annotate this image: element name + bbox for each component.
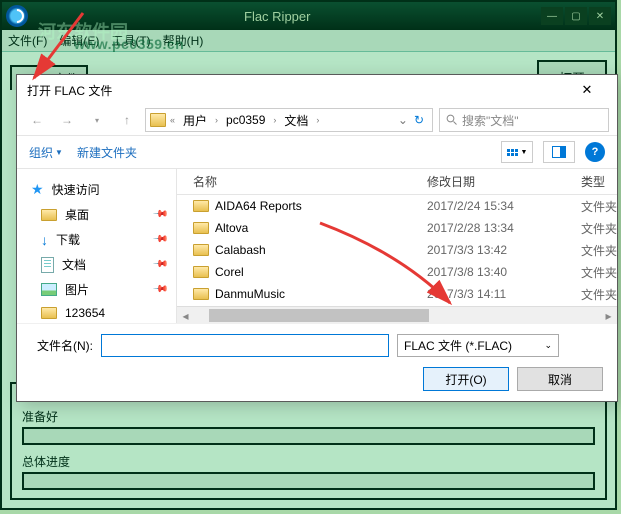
watermark-url: www.pc0359.cn bbox=[74, 36, 184, 52]
file-row[interactable]: Corel 2017/3/8 13:40文件夹 bbox=[177, 261, 617, 283]
file-row[interactable]: Altova 2017/2/28 13:34文件夹 bbox=[177, 217, 617, 239]
nav-forward-button[interactable]: → bbox=[55, 108, 79, 132]
new-folder-button[interactable]: 新建文件夹 bbox=[77, 144, 137, 161]
progress-bar-2 bbox=[22, 472, 595, 490]
file-row[interactable]: AIDA64 Reports 2017/2/24 15:34文件夹 bbox=[177, 195, 617, 217]
nav-up-button[interactable]: ↑ bbox=[115, 108, 139, 132]
pin-icon: 📌 bbox=[151, 206, 168, 223]
dialog-cancel-button[interactable]: 取消 bbox=[517, 367, 603, 391]
chevron-icon: › bbox=[213, 115, 220, 125]
file-type: 文件夹 bbox=[577, 242, 617, 259]
folder-icon bbox=[41, 307, 57, 319]
folder-icon bbox=[150, 113, 166, 127]
breadcrumb[interactable]: « 用户 › pc0359 › 文档 › ⌄ ↻ bbox=[145, 108, 433, 132]
file-name: DanmuMusic bbox=[215, 287, 285, 301]
ready-label: 准备好 bbox=[22, 408, 595, 425]
sidebar-item-downloads[interactable]: ↓ 下载 📌 bbox=[17, 227, 176, 252]
file-name: Calabash bbox=[215, 243, 266, 257]
document-icon bbox=[41, 257, 54, 273]
filename-input[interactable] bbox=[101, 334, 389, 357]
file-type: 文件夹 bbox=[577, 264, 617, 281]
sidebar-quick-access[interactable]: ★ 快速访问 bbox=[17, 177, 176, 202]
breadcrumb-pc0359[interactable]: pc0359 bbox=[222, 113, 269, 127]
file-type: 文件夹 bbox=[577, 220, 617, 237]
refresh-button[interactable]: ↻ bbox=[410, 113, 428, 127]
pin-icon: 📌 bbox=[151, 256, 168, 273]
file-type: 文件夹 bbox=[577, 286, 617, 303]
folder-icon bbox=[193, 266, 209, 278]
column-name[interactable]: 名称 bbox=[177, 173, 427, 190]
column-date[interactable]: 修改日期 bbox=[427, 173, 577, 190]
chevron-icon: › bbox=[314, 115, 321, 125]
view-mode-button[interactable]: ▼ bbox=[501, 141, 533, 163]
filename-label: 文件名(N): bbox=[31, 337, 93, 354]
file-date: 2017/3/8 13:40 bbox=[427, 265, 577, 279]
file-list: 名称 修改日期 类型 AIDA64 Reports 2017/2/24 15:34… bbox=[177, 169, 617, 323]
column-type[interactable]: 类型 bbox=[577, 173, 617, 190]
chevron-icon: « bbox=[168, 115, 177, 125]
app-title: Flac Ripper bbox=[244, 9, 621, 24]
file-type: 文件夹 bbox=[577, 198, 617, 215]
picture-icon bbox=[41, 283, 57, 296]
star-icon: ★ bbox=[31, 181, 44, 198]
file-name: Altova bbox=[215, 221, 248, 235]
dialog-close-button[interactable]: ✕ bbox=[567, 79, 607, 101]
folder-icon bbox=[193, 288, 209, 300]
search-icon bbox=[446, 114, 458, 126]
search-input[interactable]: 搜索"文档" bbox=[439, 108, 609, 132]
file-date: 2017/2/28 13:34 bbox=[427, 221, 577, 235]
download-icon: ↓ bbox=[41, 232, 48, 248]
column-headers: 名称 修改日期 类型 bbox=[177, 169, 617, 195]
preview-pane-button[interactable] bbox=[543, 141, 575, 163]
nav-recent-button[interactable]: ▾ bbox=[85, 108, 109, 132]
progress-bar-1 bbox=[22, 427, 595, 445]
folder-icon bbox=[193, 244, 209, 256]
chevron-icon: › bbox=[271, 115, 278, 125]
search-placeholder: 搜索"文档" bbox=[462, 112, 519, 129]
pin-icon: 📌 bbox=[151, 281, 168, 298]
file-date: 2017/3/3 14:11 bbox=[427, 287, 577, 301]
file-row[interactable]: DanmuMusic 2017/3/3 14:11文件夹 bbox=[177, 283, 617, 305]
organize-button[interactable]: 组织 ▼ bbox=[29, 144, 63, 161]
breadcrumb-dropdown-icon[interactable]: ⌄ bbox=[398, 113, 408, 127]
file-name: AIDA64 Reports bbox=[215, 199, 302, 213]
dialog-title: 打开 FLAC 文件 bbox=[27, 82, 112, 99]
scroll-left-button[interactable]: ◂ bbox=[177, 307, 194, 323]
dialog-open-button[interactable]: 打开(O) bbox=[423, 367, 509, 391]
scroll-right-button[interactable]: ▸ bbox=[600, 307, 617, 323]
filetype-select[interactable]: FLAC 文件 (*.FLAC) ⌄ bbox=[397, 334, 559, 357]
nav-back-button[interactable]: ← bbox=[25, 108, 49, 132]
sidebar-item-123654[interactable]: 123654 bbox=[17, 302, 176, 323]
sidebar-item-pictures[interactable]: 图片 📌 bbox=[17, 277, 176, 302]
app-icon bbox=[6, 5, 28, 27]
sidebar-item-documents[interactable]: 文档 📌 bbox=[17, 252, 176, 277]
horizontal-scrollbar[interactable]: ◂ ▸ bbox=[177, 306, 617, 323]
file-row[interactable]: Calabash 2017/3/3 13:42文件夹 bbox=[177, 239, 617, 261]
pin-icon: 📌 bbox=[151, 231, 168, 248]
folder-icon bbox=[193, 200, 209, 212]
total-progress-label: 总体进度 bbox=[22, 453, 595, 470]
help-button[interactable]: ? bbox=[585, 142, 605, 162]
chevron-down-icon: ⌄ bbox=[544, 340, 552, 351]
breadcrumb-docs[interactable]: 文档 bbox=[280, 112, 312, 129]
scrollbar-thumb[interactable] bbox=[209, 309, 429, 322]
file-open-dialog: 打开 FLAC 文件 ✕ ← → ▾ ↑ « 用户 › pc0359 › 文档 … bbox=[16, 74, 618, 402]
sidebar-item-desktop[interactable]: 桌面 📌 bbox=[17, 202, 176, 227]
file-date: 2017/3/3 13:42 bbox=[427, 243, 577, 257]
folder-icon bbox=[193, 222, 209, 234]
breadcrumb-users[interactable]: 用户 bbox=[179, 112, 211, 129]
file-name: Corel bbox=[215, 265, 244, 279]
sidebar: ★ 快速访问 桌面 📌 ↓ 下载 📌 文档 📌 图片 📌 bbox=[17, 169, 177, 323]
file-date: 2017/2/24 15:34 bbox=[427, 199, 577, 213]
folder-icon bbox=[41, 209, 57, 221]
